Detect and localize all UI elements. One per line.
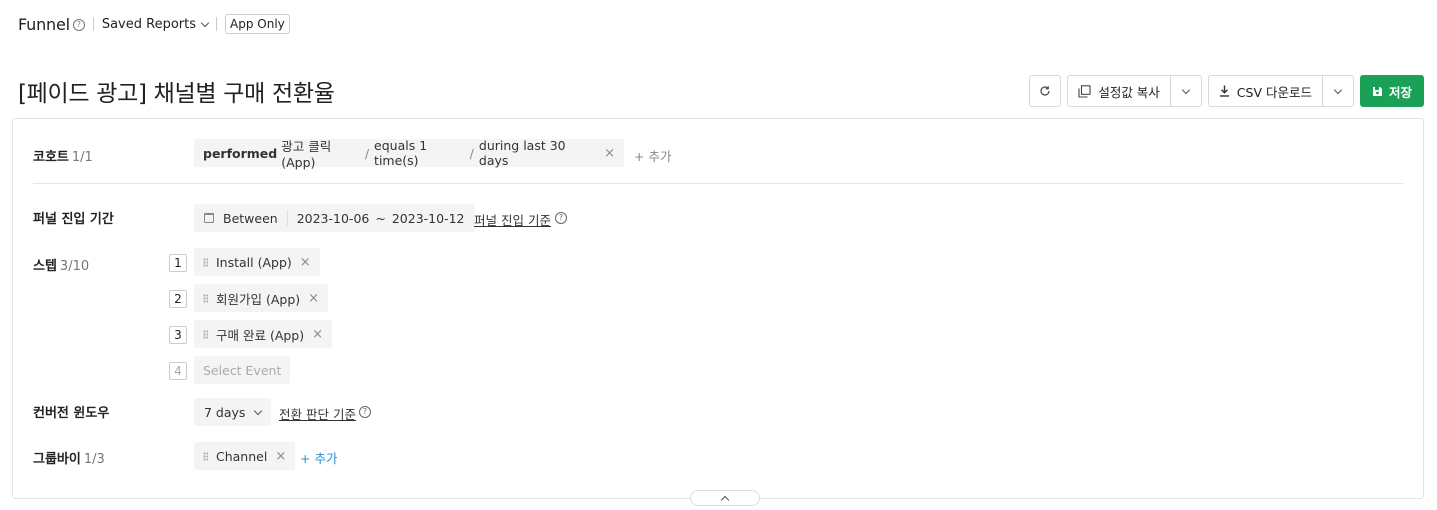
calendar-icon: [204, 213, 214, 223]
select-event-button[interactable]: Select Event: [194, 356, 291, 384]
conversion-criteria-link[interactable]: 전환 판단 기준: [279, 404, 356, 423]
action-toolbar: 설정값 복사 CSV 다운로드 저장: [1029, 75, 1424, 107]
funnel-settings-panel: 코호트 1/1 performed 광고 클릭 (App) / equals 1 …: [12, 118, 1424, 499]
step-name: 구매 완료 (App): [216, 327, 305, 343]
app-only-badge[interactable]: App Only: [225, 14, 290, 34]
group-by-item: Channel: [216, 448, 268, 464]
cohort-count: 1/1: [71, 150, 93, 165]
cohort-add-button[interactable]: + 추가: [634, 146, 671, 165]
help-icon[interactable]: ?: [555, 212, 567, 224]
cohort-action: performed: [203, 145, 278, 161]
slash: /: [469, 145, 474, 161]
help-icon[interactable]: ?: [72, 19, 85, 31]
topbar: Funnel ? Saved Reports App Only: [18, 12, 290, 36]
step-chip[interactable]: Install (App) ×: [194, 248, 320, 276]
page-title[interactable]: [페이드 광고] 채널별 구매 전환율: [18, 74, 335, 108]
steps-label-text: 스텝: [33, 259, 57, 274]
step-chip[interactable]: 회원가입 (App) ×: [194, 284, 329, 312]
drag-handle-icon[interactable]: [203, 257, 208, 267]
entry-period-label: 퍼널 진입 기간: [33, 212, 114, 227]
saved-reports-dropdown[interactable]: Saved Reports: [101, 16, 210, 32]
cohort-period[interactable]: during last 30 days: [479, 138, 586, 168]
conversion-criteria-text: 전환 판단 기준: [279, 407, 356, 422]
cohort-condition[interactable]: equals 1 time(s): [374, 138, 465, 168]
csv-download-button[interactable]: CSV 다운로드: [1209, 76, 1323, 106]
collapse-panel-button[interactable]: [690, 490, 760, 506]
divider: [92, 17, 94, 31]
step-number: 2: [169, 290, 187, 308]
group-by-label: 그룹바이 1/3: [33, 448, 105, 467]
entry-criteria-link[interactable]: 퍼널 진입 기준: [474, 210, 551, 229]
drag-handle-icon[interactable]: [203, 329, 208, 339]
group-by-count: 1/3: [83, 452, 105, 467]
close-icon[interactable]: ×: [300, 255, 311, 270]
group-by-chip[interactable]: Channel ×: [194, 442, 296, 470]
close-icon[interactable]: ×: [312, 327, 323, 342]
save-label: 저장: [1388, 84, 1412, 100]
cohort-condition-chip[interactable]: performed 광고 클릭 (App) / equals 1 time(s)…: [194, 136, 624, 170]
save-icon: [1372, 86, 1382, 96]
save-button[interactable]: 저장: [1359, 75, 1424, 107]
date-end: 2023-10-12: [391, 210, 465, 226]
select-event-placeholder: Select Event: [203, 362, 282, 378]
group-by-add-button[interactable]: + 추가: [300, 448, 337, 467]
divider: [286, 210, 288, 226]
refresh-button[interactable]: [1029, 75, 1062, 107]
divider: [216, 17, 218, 31]
chevron-down-icon: [1333, 85, 1343, 94]
drag-handle-icon[interactable]: [203, 451, 208, 461]
date-mode: Between: [223, 210, 278, 226]
copy-settings-button[interactable]: 설정값 복사: [1068, 76, 1171, 106]
entry-criteria-text: 퍼널 진입 기준: [474, 213, 551, 228]
chevron-up-icon: [720, 495, 730, 504]
chevron-down-icon: [254, 406, 263, 415]
copy-settings-split-button: 설정값 복사: [1067, 75, 1202, 107]
divider: [33, 183, 1403, 184]
cohort-label: 코호트 1/1: [33, 146, 93, 165]
chevron-down-icon: [1181, 85, 1191, 94]
conversion-window-value: 7 days: [204, 404, 246, 420]
step-number: 3: [169, 326, 187, 344]
step-number: 1: [169, 254, 187, 272]
copy-icon: [1078, 84, 1091, 98]
chevron-down-icon: [200, 18, 210, 27]
copy-settings-dropdown[interactable]: [1171, 76, 1201, 106]
drag-handle-icon[interactable]: [203, 293, 208, 303]
help-icon[interactable]: ?: [359, 406, 371, 418]
steps-count: 3/10: [59, 259, 90, 274]
conversion-window-label: 컨버전 윈도우: [33, 406, 110, 421]
csv-download-split-button: CSV 다운로드: [1207, 75, 1354, 107]
date-tilde: ~: [375, 210, 386, 226]
conversion-window-select[interactable]: 7 days: [194, 398, 272, 426]
csv-download-label: CSV 다운로드: [1236, 84, 1312, 100]
close-icon[interactable]: ×: [275, 449, 286, 464]
refresh-icon: [1040, 86, 1050, 96]
close-icon[interactable]: ×: [604, 146, 615, 161]
download-icon: [1219, 85, 1229, 97]
cohort-label-text: 코호트: [33, 150, 69, 165]
step-number: 4: [169, 362, 187, 380]
close-icon[interactable]: ×: [308, 291, 319, 306]
steps-label: 스텝 3/10: [33, 255, 89, 274]
copy-settings-label: 설정값 복사: [1098, 84, 1160, 100]
step-name: Install (App): [216, 254, 292, 270]
group-by-label-text: 그룹바이: [33, 452, 81, 467]
step-chip[interactable]: 구매 완료 (App) ×: [194, 320, 333, 348]
date-range-picker[interactable]: Between 2023-10-06 ~ 2023-10-12: [194, 204, 475, 232]
step-name: 회원가입 (App): [216, 291, 301, 307]
slash: /: [364, 145, 370, 161]
csv-download-dropdown[interactable]: [1323, 76, 1353, 106]
app-title: Funnel: [18, 14, 70, 34]
cohort-event[interactable]: 광고 클릭 (App): [281, 136, 360, 170]
saved-reports-label: Saved Reports: [101, 16, 197, 32]
date-start: 2023-10-06: [296, 210, 370, 226]
